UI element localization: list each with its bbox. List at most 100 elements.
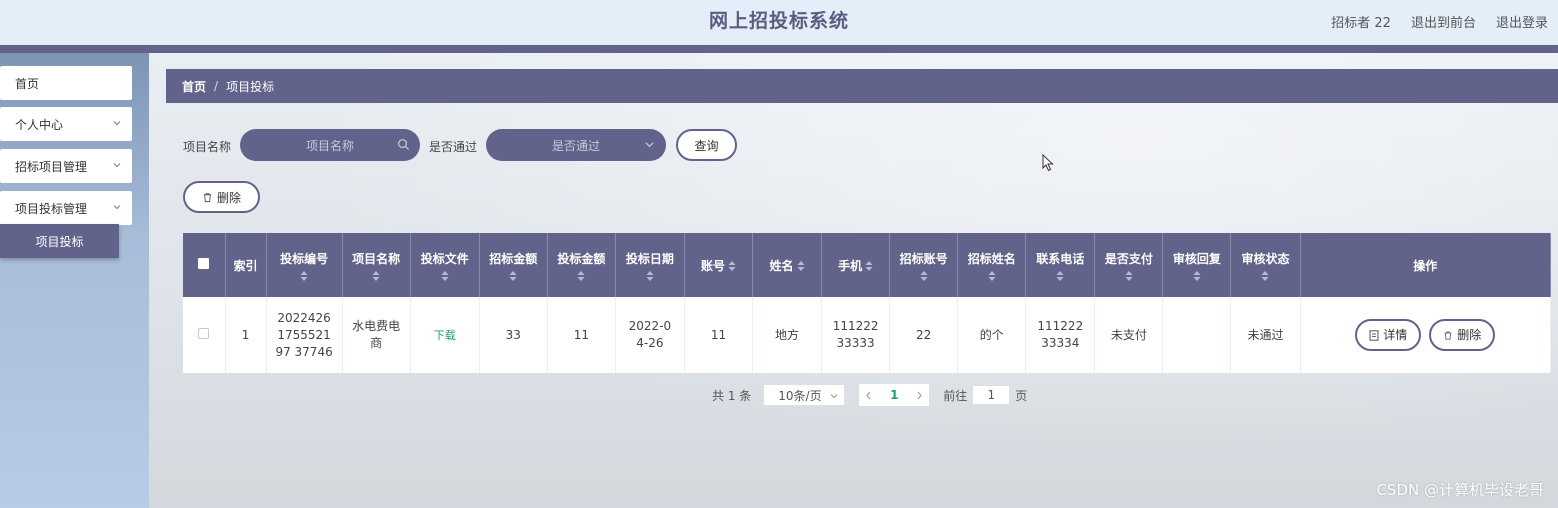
column-header-tender-name[interactable]: 招标姓名 bbox=[957, 233, 1027, 297]
pagination: 共 1 条 10条/页 1 前往 1 页 bbox=[712, 383, 1027, 407]
chevron-right-icon[interactable] bbox=[916, 391, 923, 400]
goto-label: 前往 bbox=[943, 388, 968, 403]
breadcrumb-home[interactable]: 首页 bbox=[182, 78, 206, 95]
row-select-cell[interactable] bbox=[183, 297, 226, 373]
goto-page-input[interactable]: 1 bbox=[972, 385, 1011, 405]
sort-icon[interactable] bbox=[728, 261, 736, 271]
column-header-bid-amount[interactable]: 投标金额 bbox=[547, 233, 616, 297]
column-header-account[interactable]: 账号 bbox=[684, 233, 754, 297]
sort-icon[interactable] bbox=[646, 270, 654, 281]
back-to-front-link[interactable]: 退出到前台 bbox=[1411, 12, 1476, 31]
select-all-checkbox[interactable] bbox=[198, 258, 210, 269]
cell-phone: 11122233333 bbox=[821, 297, 891, 373]
row-delete-button[interactable]: 删除 bbox=[1429, 319, 1496, 351]
trash-icon bbox=[203, 192, 212, 202]
sort-icon[interactable] bbox=[1125, 270, 1133, 281]
table-row: 1 2022426175552197 37746 水电费电商 下载 33 11 … bbox=[183, 297, 1552, 373]
cell-contact-phone-text: 11122233334 bbox=[1037, 319, 1084, 350]
select-all-header[interactable] bbox=[183, 233, 226, 297]
column-header-name[interactable]: 姓名 bbox=[752, 233, 823, 297]
is-passed-label: 是否通过 bbox=[429, 140, 478, 154]
table-header-row: 索引 投标编号 项目名称 投标文件 招标金额 投标金额 投标日期 账号 姓名 手… bbox=[183, 233, 1552, 297]
cell-project-name-text: 水电费电商 bbox=[352, 319, 401, 350]
cell-index: 1 bbox=[225, 297, 267, 373]
page-size-select[interactable]: 10条/页 bbox=[763, 384, 846, 406]
column-header-bid-no[interactable]: 投标编号 bbox=[266, 233, 343, 297]
download-link[interactable]: 下载 bbox=[434, 329, 456, 342]
cell-tender-name: 的个 bbox=[957, 297, 1027, 373]
row-checkbox[interactable] bbox=[198, 327, 210, 339]
cell-tender-account: 22 bbox=[889, 297, 959, 373]
column-header-label: 招标姓名 bbox=[967, 251, 1016, 266]
logout-link[interactable]: 退出登录 bbox=[1496, 12, 1548, 31]
sidebar-subitem-project-bids[interactable]: 项目投标 bbox=[0, 224, 119, 258]
sort-icon[interactable] bbox=[372, 270, 380, 281]
column-header-label: 投标金额 bbox=[557, 251, 606, 266]
column-header-review-status[interactable]: 审核状态 bbox=[1230, 233, 1301, 297]
cell-project-name: 水电费电商 bbox=[342, 297, 411, 373]
column-header-tender-account[interactable]: 招标账号 bbox=[889, 233, 959, 297]
column-header-project-name[interactable]: 项目名称 bbox=[342, 233, 411, 297]
detail-button[interactable]: 详情 bbox=[1355, 319, 1422, 351]
column-header-review-reply[interactable]: 审核回复 bbox=[1162, 233, 1232, 297]
sort-icon[interactable] bbox=[441, 270, 449, 281]
sidebar-item-bid-management[interactable]: 项目投标管理 bbox=[0, 191, 132, 225]
cell-review-status: 未通过 bbox=[1230, 297, 1301, 373]
batch-delete-label: 删除 bbox=[216, 190, 241, 205]
page-number-current[interactable]: 1 bbox=[890, 388, 898, 402]
cell-paid: 未支付 bbox=[1094, 297, 1164, 373]
column-header-label: 投标文件 bbox=[420, 251, 469, 266]
column-header-paid[interactable]: 是否支付 bbox=[1094, 233, 1164, 297]
column-header-label: 招标账号 bbox=[899, 251, 948, 266]
sort-icon[interactable] bbox=[865, 261, 873, 271]
page-navigator: 1 bbox=[859, 384, 930, 406]
breadcrumb-separator: / bbox=[214, 79, 219, 93]
batch-delete-button[interactable]: 删除 bbox=[183, 181, 260, 213]
sort-icon[interactable] bbox=[988, 270, 996, 281]
sort-icon[interactable] bbox=[1056, 270, 1064, 281]
sort-icon[interactable] bbox=[797, 261, 805, 271]
chevron-down-icon bbox=[830, 394, 838, 399]
is-passed-select[interactable]: 是否通过 bbox=[486, 129, 666, 161]
cell-bid-no: 2022426175552197 37746 bbox=[266, 297, 343, 373]
chevron-down-icon bbox=[113, 163, 121, 168]
column-header-bid-file[interactable]: 投标文件 bbox=[410, 233, 480, 297]
breadcrumb: 首页 / 项目投标 bbox=[166, 69, 1558, 103]
query-button[interactable]: 查询 bbox=[676, 129, 737, 161]
chevron-down-icon bbox=[113, 121, 121, 126]
search-icon bbox=[398, 139, 410, 151]
sidebar-item-label: 首页 bbox=[15, 76, 40, 91]
column-header-label: 审核回复 bbox=[1172, 251, 1221, 266]
sort-icon[interactable] bbox=[1261, 270, 1269, 281]
header-actions: 招标者 22 退出到前台 退出登录 bbox=[1331, 0, 1548, 42]
project-name-input[interactable]: 项目名称 bbox=[240, 129, 420, 161]
column-header-phone[interactable]: 手机 bbox=[821, 233, 891, 297]
chevron-left-icon[interactable] bbox=[865, 391, 872, 400]
cell-bid-amount: 11 bbox=[547, 297, 616, 373]
sidebar-item-profile[interactable]: 个人中心 bbox=[0, 107, 132, 141]
sort-icon[interactable] bbox=[509, 270, 517, 281]
column-header-tender-amount[interactable]: 招标金额 bbox=[479, 233, 548, 297]
sort-icon[interactable] bbox=[920, 270, 928, 281]
pagination-total: 共 1 条 bbox=[712, 388, 752, 403]
app-title: 网上招投标系统 bbox=[708, 10, 849, 32]
trash-icon bbox=[1444, 331, 1452, 340]
sort-icon[interactable] bbox=[300, 270, 308, 281]
column-header-label: 投标编号 bbox=[280, 251, 329, 266]
column-header-bid-date[interactable]: 投标日期 bbox=[615, 233, 685, 297]
sidebar-item-tender-projects[interactable]: 招标项目管理 bbox=[0, 149, 132, 183]
cell-tender-amount: 33 bbox=[479, 297, 548, 373]
column-header-label: 手机 bbox=[838, 258, 863, 273]
column-header-label: 项目名称 bbox=[352, 251, 401, 266]
document-icon bbox=[1369, 329, 1379, 341]
watermark: CSDN @计算机毕设老哥 bbox=[1376, 481, 1544, 499]
cell-account: 11 bbox=[684, 297, 754, 373]
cell-bid-no-text: 2022426175552197 37746 bbox=[275, 310, 333, 359]
sort-icon[interactable] bbox=[577, 270, 585, 281]
breadcrumb-current: 项目投标 bbox=[226, 79, 275, 94]
column-header-actions: 操作 bbox=[1300, 233, 1552, 297]
column-header-contact-phone[interactable]: 联系电话 bbox=[1025, 233, 1096, 297]
row-delete-label: 删除 bbox=[1457, 327, 1482, 342]
sidebar-item-home[interactable]: 首页 bbox=[0, 66, 132, 100]
sort-icon[interactable] bbox=[1193, 270, 1201, 281]
